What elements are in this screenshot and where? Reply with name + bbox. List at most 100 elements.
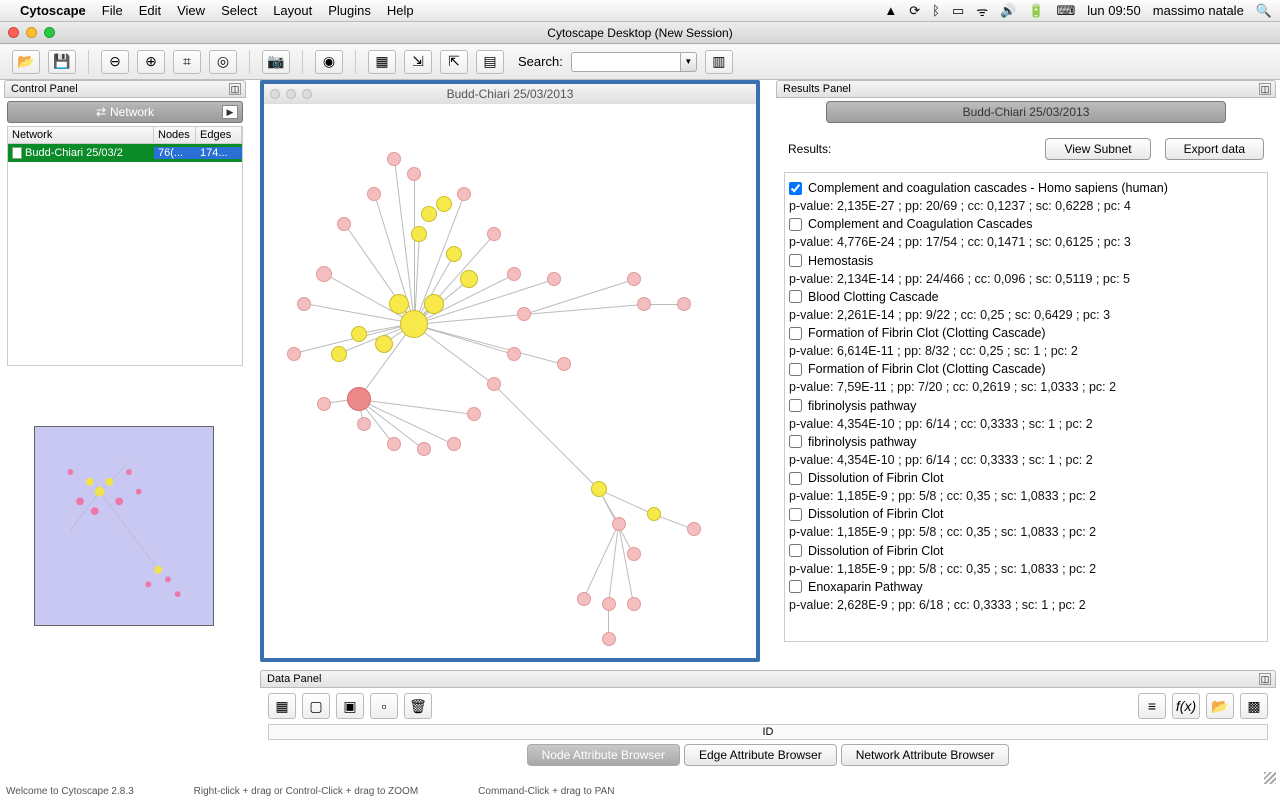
zoom-out-icon[interactable]: ⊖ bbox=[101, 50, 129, 74]
zoom-window-button[interactable] bbox=[44, 27, 55, 38]
export-data-button[interactable]: Export data bbox=[1165, 138, 1264, 160]
graph-node[interactable] bbox=[351, 326, 367, 342]
graph-node[interactable] bbox=[627, 597, 641, 611]
inner-zoom-icon[interactable] bbox=[302, 89, 312, 99]
save-icon[interactable]: 💾 bbox=[48, 50, 76, 74]
result-checkbox-row[interactable]: Hemostasis bbox=[789, 252, 1261, 270]
graph-node[interactable] bbox=[457, 187, 471, 201]
select-all-icon[interactable]: ▣ bbox=[336, 693, 364, 719]
result-checkbox-row[interactable]: Complement and Coagulation Cascades bbox=[789, 215, 1261, 233]
result-checkbox[interactable] bbox=[789, 290, 802, 303]
graph-node[interactable] bbox=[460, 270, 478, 288]
graph-node[interactable] bbox=[591, 481, 607, 497]
result-checkbox[interactable] bbox=[789, 327, 802, 340]
graph-node[interactable] bbox=[547, 272, 561, 286]
graph-node[interactable] bbox=[367, 187, 381, 201]
graph-node[interactable] bbox=[337, 217, 351, 231]
result-checkbox[interactable] bbox=[789, 472, 802, 485]
result-checkbox[interactable] bbox=[789, 508, 802, 521]
result-checkbox-row[interactable]: Enoxaparin Pathway bbox=[789, 578, 1261, 596]
network-overview[interactable] bbox=[34, 426, 214, 626]
graph-node[interactable] bbox=[287, 347, 301, 361]
minimize-window-button[interactable] bbox=[26, 27, 37, 38]
undock-data-icon[interactable]: ◫ bbox=[1259, 673, 1271, 685]
undock-results-icon[interactable]: ◫ bbox=[1259, 83, 1271, 95]
menu-edit[interactable]: Edit bbox=[139, 3, 161, 18]
network-tab[interactable]: ⇄Network ▶ bbox=[7, 101, 243, 123]
col-edges[interactable]: Edges bbox=[196, 127, 242, 143]
result-checkbox-row[interactable]: Blood Clotting Cascade bbox=[789, 288, 1261, 306]
graph-node[interactable] bbox=[627, 547, 641, 561]
result-checkbox-row[interactable]: Dissolution of Fibrin Clot bbox=[789, 469, 1261, 487]
tab-node-browser[interactable]: Node Attribute Browser bbox=[527, 744, 680, 766]
graph-node[interactable] bbox=[317, 397, 331, 411]
graph-node[interactable] bbox=[347, 387, 371, 411]
graph-node[interactable] bbox=[389, 294, 409, 314]
graph-node[interactable] bbox=[331, 346, 347, 362]
align-icon[interactable]: ⇲ bbox=[404, 50, 432, 74]
vizmapper-icon[interactable]: ◉ bbox=[315, 50, 343, 74]
graph-node[interactable] bbox=[487, 377, 501, 391]
result-checkbox[interactable] bbox=[789, 435, 802, 448]
gdrive-icon[interactable]: ▲ bbox=[884, 3, 897, 18]
graph-node[interactable] bbox=[446, 246, 462, 262]
result-checkbox-row[interactable]: fibrinolysis pathway bbox=[789, 397, 1261, 415]
menu-plugins[interactable]: Plugins bbox=[328, 3, 371, 18]
graph-node[interactable] bbox=[487, 227, 501, 241]
graph-node[interactable] bbox=[447, 437, 461, 451]
spotlight-icon[interactable]: 🔍 bbox=[1256, 3, 1272, 19]
sync-icon[interactable]: ⟳ bbox=[909, 3, 920, 19]
heatmap-icon[interactable]: ▩ bbox=[1240, 693, 1268, 719]
deselect-icon[interactable]: ▫ bbox=[370, 693, 398, 719]
zoom-selected-icon[interactable]: ◎ bbox=[209, 50, 237, 74]
graph-node[interactable] bbox=[612, 517, 626, 531]
graph-node[interactable] bbox=[687, 522, 701, 536]
result-checkbox[interactable] bbox=[789, 399, 802, 412]
graph-node[interactable] bbox=[417, 442, 431, 456]
distribute-icon[interactable]: ⇱ bbox=[440, 50, 468, 74]
graph-node[interactable] bbox=[677, 297, 691, 311]
graph-node[interactable] bbox=[627, 272, 641, 286]
result-checkbox[interactable] bbox=[789, 254, 802, 267]
graph-node[interactable] bbox=[421, 206, 437, 222]
col-network[interactable]: Network bbox=[8, 127, 154, 143]
graph-node[interactable] bbox=[436, 196, 452, 212]
data-col-id[interactable]: ID bbox=[268, 724, 1268, 740]
graph-node[interactable] bbox=[507, 347, 521, 361]
menu-help[interactable]: Help bbox=[387, 3, 414, 18]
new-col-icon[interactable]: ▢ bbox=[302, 693, 330, 719]
clock[interactable]: lun 09:50 bbox=[1087, 3, 1141, 18]
graph-node[interactable] bbox=[647, 507, 661, 521]
function-icon[interactable]: f(x) bbox=[1172, 693, 1200, 719]
list-mode-icon[interactable]: ≡ bbox=[1138, 693, 1166, 719]
graph-node[interactable] bbox=[411, 226, 427, 242]
close-window-button[interactable] bbox=[8, 27, 19, 38]
menu-layout[interactable]: Layout bbox=[273, 3, 312, 18]
keyboard-icon[interactable]: ⌨ bbox=[1057, 3, 1076, 19]
graph-node[interactable] bbox=[357, 417, 371, 431]
tab-edge-browser[interactable]: Edge Attribute Browser bbox=[684, 744, 837, 766]
graph-node[interactable] bbox=[517, 307, 531, 321]
graph-node[interactable] bbox=[602, 597, 616, 611]
graph-node[interactable] bbox=[400, 310, 428, 338]
result-checkbox-row[interactable]: Dissolution of Fibrin Clot bbox=[789, 542, 1261, 560]
inner-close-icon[interactable] bbox=[270, 89, 280, 99]
zoom-fit-icon[interactable]: ⌗ bbox=[173, 50, 201, 74]
view-subnet-button[interactable]: View Subnet bbox=[1045, 138, 1150, 160]
graph-node[interactable] bbox=[557, 357, 571, 371]
results-list[interactable]: Complement and coagulation cascades - Ho… bbox=[784, 172, 1268, 642]
graph-node[interactable] bbox=[375, 335, 393, 353]
resize-handle[interactable] bbox=[1264, 772, 1276, 784]
delete-icon[interactable]: 🗑 bbox=[404, 693, 432, 719]
settings-icon[interactable]: ▤ bbox=[476, 50, 504, 74]
table-icon[interactable]: ▦ bbox=[268, 693, 296, 719]
tab-next-icon[interactable]: ▶ bbox=[222, 105, 238, 119]
search-dropdown-icon[interactable]: ▼ bbox=[681, 52, 697, 72]
results-tab[interactable]: Budd-Chiari 25/03/2013 bbox=[826, 101, 1226, 123]
result-checkbox-row[interactable]: Formation of Fibrin Clot (Clotting Casca… bbox=[789, 360, 1261, 378]
snapshot-icon[interactable]: 📷 bbox=[262, 50, 290, 74]
graph-node[interactable] bbox=[577, 592, 591, 606]
result-checkbox[interactable] bbox=[789, 218, 802, 231]
graph-node[interactable] bbox=[297, 297, 311, 311]
graph-node[interactable] bbox=[424, 294, 444, 314]
